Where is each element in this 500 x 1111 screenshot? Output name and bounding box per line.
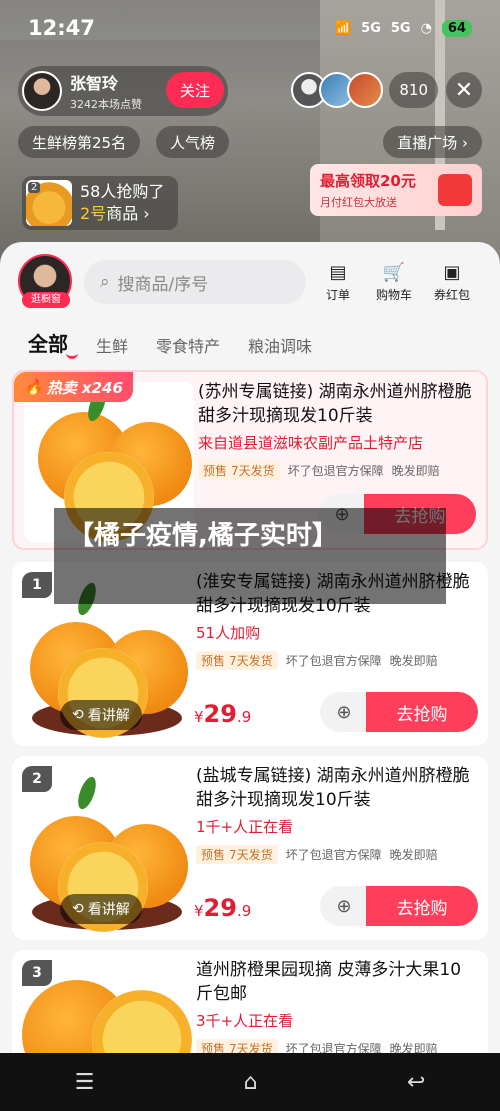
product-price: ¥29.9: [194, 700, 252, 728]
battery-icon: 64: [441, 19, 472, 37]
home-icon[interactable]: ⌂: [244, 1070, 258, 1095]
network-5g-2: 5G: [390, 20, 411, 36]
add-to-cart-button[interactable]: ⊕: [320, 886, 368, 926]
coupons-label: 券红包: [433, 288, 470, 302]
system-nav-bar: ☰ ⌂ ↩: [0, 1053, 500, 1111]
signal-icon: 📶: [334, 20, 352, 36]
hot-sale-badge: 🔥 热卖 x246: [14, 372, 133, 402]
host-avatar[interactable]: [22, 71, 62, 111]
cart-button[interactable]: 🛒 购物车: [372, 260, 416, 303]
popular-chip[interactable]: 人气榜: [156, 126, 230, 158]
back-icon[interactable]: ↩: [407, 1070, 425, 1095]
product-price: ¥29.9: [194, 894, 252, 922]
replay-icon: ⟲: [72, 901, 84, 917]
product-cart-count: 51人加购: [196, 624, 261, 642]
leaf-shape: [74, 774, 100, 812]
explain-button[interactable]: ⟲ 看讲解: [60, 700, 142, 730]
late-compensation-tag: 晚发即赔: [389, 654, 438, 668]
clock: 12:47: [28, 16, 95, 40]
red-envelope-icon: [438, 174, 472, 206]
refund-tag: 坏了包退官方保障: [285, 848, 382, 862]
category-tabs: 全部 生鲜 零食特产 粮油调味: [28, 328, 312, 359]
hot-sale-label: 热卖 x246: [46, 378, 123, 397]
explain-button[interactable]: ⟲ 看讲解: [60, 894, 142, 924]
tab-fresh[interactable]: 生鲜: [96, 333, 128, 357]
sold-count: 58人抢购了: [80, 182, 165, 201]
product-number-badge: 2: [22, 766, 52, 792]
product-watching: 1千+人正在看: [196, 818, 294, 836]
search-placeholder: 搜商品/序号: [117, 274, 209, 295]
product-title: 道州脐橙果园现摘 皮薄多汁大果10斤包邮: [196, 960, 462, 1004]
viewer-bar: 810 ✕: [291, 70, 482, 110]
status-bar: 12:47 📶 5G 5G ◔ 64: [0, 0, 500, 56]
tab-snacks[interactable]: 零食特产: [156, 333, 220, 357]
tab-grain-oil[interactable]: 粮油调味: [248, 333, 312, 357]
buy-button[interactable]: 去抢购: [366, 692, 478, 732]
sold-product-index: 2号: [80, 204, 107, 223]
host-likes: 3242本场点赞: [70, 98, 142, 111]
follow-button[interactable]: 关注: [166, 72, 224, 108]
coupon-banner[interactable]: 最高领取20元 月付红包大放送: [310, 164, 482, 216]
replay-icon: ⟲: [72, 707, 84, 723]
viewer-count[interactable]: 810: [389, 72, 438, 108]
coupon-icon: ▣: [443, 262, 461, 283]
presale-tag: 预售 7天发货: [198, 461, 280, 480]
live-plaza-chip[interactable]: 直播广场 ›: [383, 126, 482, 158]
cart-label: 购物车: [375, 288, 412, 302]
product-title: (苏州专属链接) 湖南永州道州脐橙脆甜多汁现摘现发10斤装: [198, 382, 472, 426]
order-icon: ▤: [329, 262, 347, 283]
product-store: 来自道县道滋味农副产品土特产店: [198, 434, 424, 452]
cart-plus-icon: ⊕: [336, 701, 352, 723]
product-tags: 预售 7天发货 坏了包退官方保障 晚发即赔: [196, 651, 476, 670]
tab-all[interactable]: 全部: [28, 328, 78, 359]
status-icons: 📶 5G 5G ◔ 64: [334, 19, 472, 37]
product-number-badge: 3: [22, 960, 52, 986]
product-title: (盐城专属链接) 湖南永州道州脐橙脆甜多汁现摘现发10斤装: [196, 766, 470, 810]
sold-product-thumb: 2: [26, 180, 72, 226]
cart-icon: 🛒: [382, 262, 406, 283]
late-compensation-tag: 晚发即赔: [391, 464, 440, 478]
explain-label: 看讲解: [87, 902, 130, 918]
add-to-cart-button[interactable]: ⊕: [320, 692, 368, 732]
fire-icon: 🔥: [24, 378, 43, 396]
product-card[interactable]: 2 ⟲ 看讲解 (盐城专属链接) 湖南永州道州脐橙脆甜多汁现摘现发10斤装 1千…: [12, 756, 488, 940]
product-number-badge: 1: [22, 572, 52, 598]
buy-button[interactable]: 去抢购: [366, 886, 478, 926]
shop-window-tag[interactable]: 逛橱窗: [22, 292, 70, 308]
orders-label: 订单: [325, 288, 350, 302]
explain-label: 看讲解: [87, 708, 130, 724]
search-icon: ⌕: [100, 272, 110, 292]
search-input[interactable]: ⌕ 搜商品/序号: [84, 260, 306, 304]
product-tags: 预售 7天发货 坏了包退官方保障 晚发即赔: [196, 845, 476, 864]
menu-icon[interactable]: ☰: [75, 1070, 95, 1095]
network-5g-1: 5G: [361, 20, 381, 36]
sold-product-link: 商品 ›: [106, 204, 150, 223]
sold-notice[interactable]: 2 58人抢购了 2号商品 ›: [22, 176, 178, 230]
close-icon[interactable]: ✕: [446, 72, 482, 108]
product-watching: 3千+人正在看: [196, 1012, 294, 1030]
rank-chip[interactable]: 生鲜榜第25名: [18, 126, 141, 158]
presale-tag: 预售 7天发货: [196, 651, 278, 670]
viewer-avatar[interactable]: [347, 72, 384, 108]
article-title-overlay: 【橘子疫情,橘子实时】: [54, 508, 446, 604]
cart-plus-icon: ⊕: [336, 895, 352, 917]
sold-product-number: 2: [28, 182, 41, 193]
coupons-button[interactable]: ▣ 券红包: [430, 260, 474, 303]
refund-tag: 坏了包退官方保障: [285, 654, 382, 668]
host-name: 张智玲: [70, 74, 119, 93]
wifi-icon: ◔: [420, 20, 432, 36]
product-tags: 预售 7天发货 坏了包退官方保障 晚发即赔: [198, 461, 474, 480]
presale-tag: 预售 7天发货: [196, 845, 278, 864]
shop-panel: 逛橱窗 ⌕ 搜商品/序号 ▤ 订单 🛒 购物车 ▣ 券红包 全部 生鲜 零食特产…: [0, 242, 500, 1111]
late-compensation-tag: 晚发即赔: [389, 848, 438, 862]
orders-button[interactable]: ▤ 订单: [316, 260, 360, 303]
refund-tag: 坏了包退官方保障: [287, 464, 384, 478]
